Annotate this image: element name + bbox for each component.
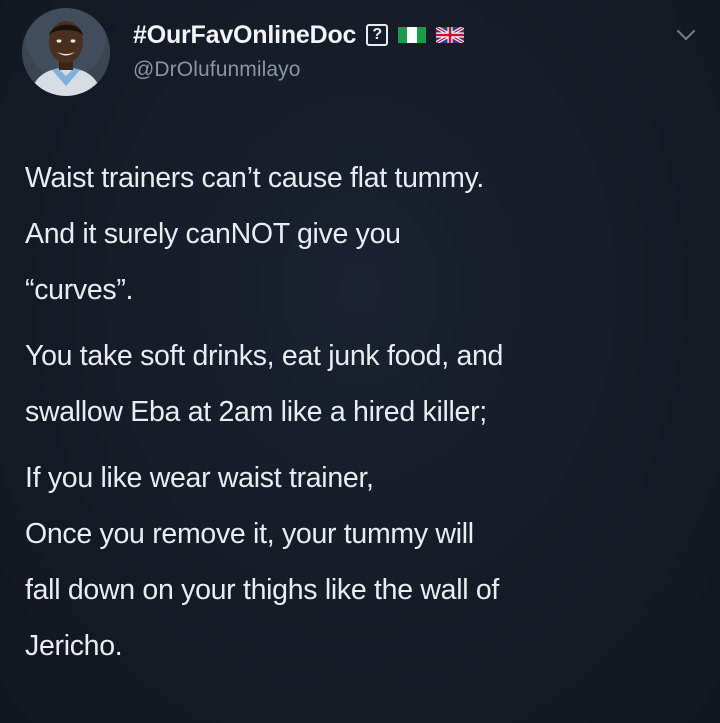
profile-photo-icon (22, 8, 110, 96)
uk-flag-icon (436, 27, 465, 43)
chevron-down-icon[interactable] (676, 28, 696, 42)
tweet-paragraph: If you like wear waist trainer, Once you… (25, 450, 705, 674)
avatar[interactable] (22, 8, 110, 96)
tweet-paragraph: You take soft drinks, eat junk food, and… (25, 328, 705, 440)
display-name[interactable]: #OurFavOnlineDoc (133, 21, 356, 50)
user-handle[interactable]: @DrOlufunmilayo (133, 58, 660, 82)
tweet-paragraph: Waist trainers can’t cause flat tummy. A… (25, 150, 705, 318)
question-box-icon: ? (366, 24, 389, 46)
tweet-line: Once you remove it, your tummy will (25, 518, 474, 550)
tweet-line: “curves”. (25, 274, 134, 306)
tweet-line: Waist trainers can’t cause flat tummy. (25, 162, 484, 194)
tweet-line: You take soft drinks, eat junk food, and (25, 340, 504, 372)
name-row: #OurFavOnlineDoc ? (133, 18, 660, 52)
tweet-body: Waist trainers can’t cause flat tummy. A… (25, 150, 705, 674)
tweet-line: swallow Eba at 2am like a hired killer; (25, 396, 487, 428)
tweet-line: Jericho. (25, 630, 123, 662)
nigeria-flag-icon (398, 27, 427, 43)
tweet-card: #OurFavOnlineDoc ? @DrOlufunmilayo Waist… (0, 0, 720, 723)
tweet-line: If you like wear waist trainer, (25, 462, 374, 494)
tweet-line: fall down on your thighs like the wall o… (25, 574, 500, 606)
tweet-header: #OurFavOnlineDoc ? @DrOlufunmilayo (133, 18, 660, 82)
tweet-line: And it surely canNOT give you (25, 218, 401, 250)
